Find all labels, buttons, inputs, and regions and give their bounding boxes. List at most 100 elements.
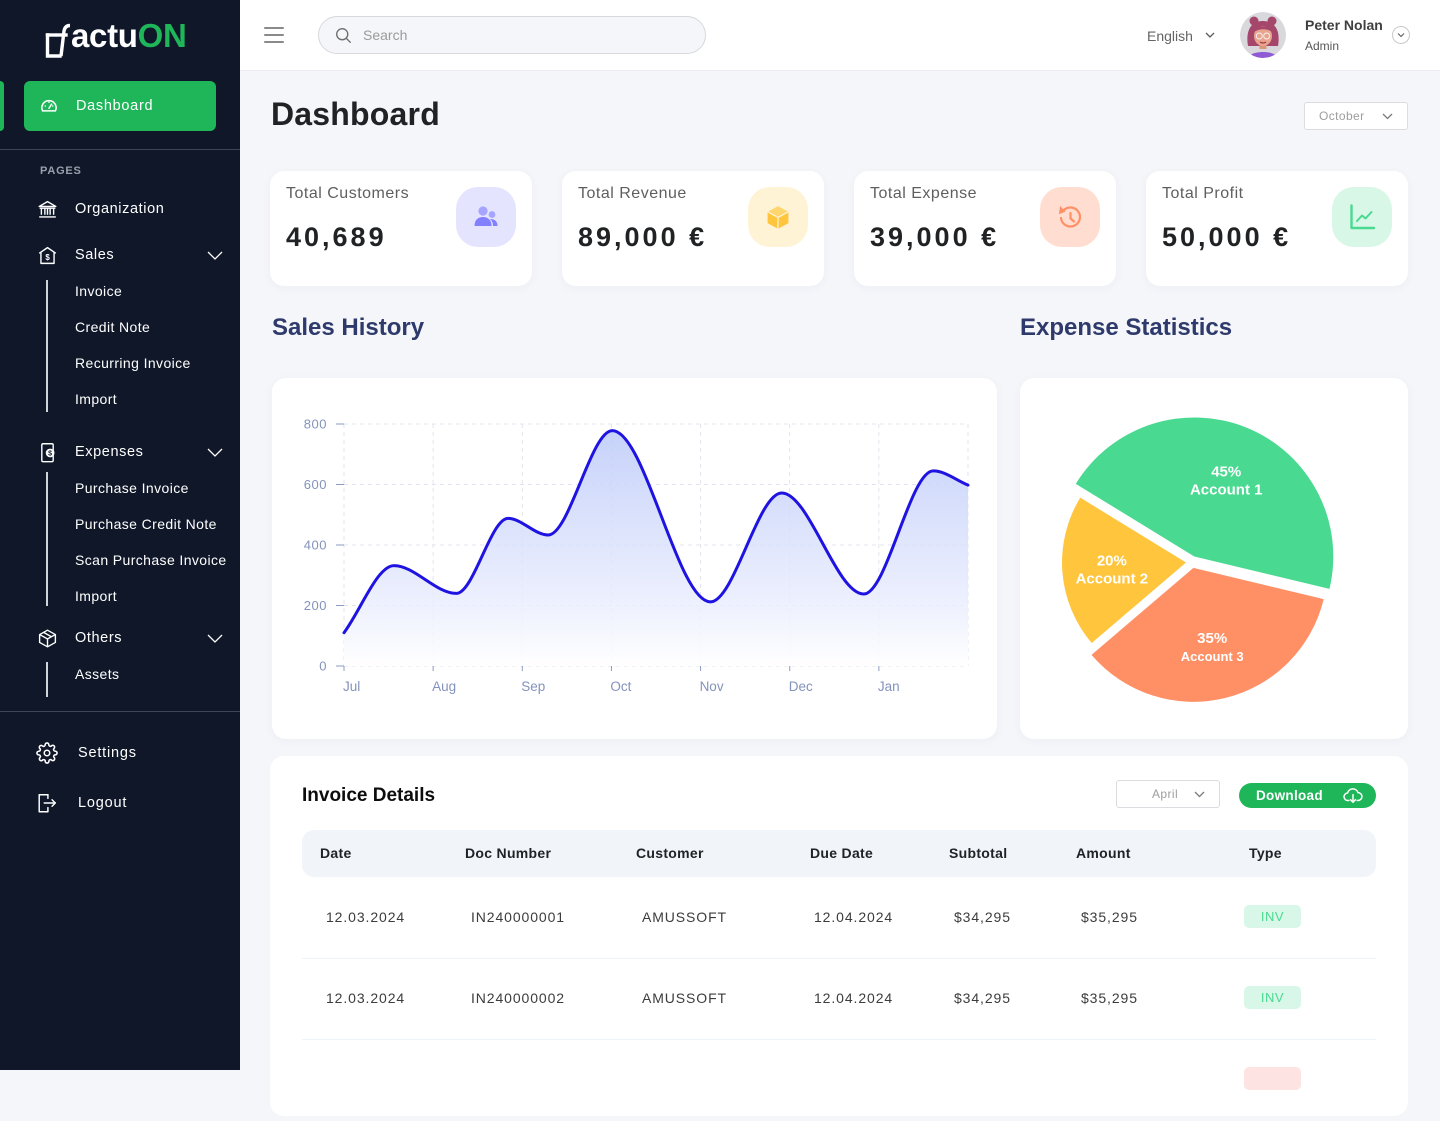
svg-text:$: $: [45, 253, 50, 262]
invoice-month-dropdown[interactable]: April: [1116, 780, 1220, 808]
data-point[interactable]: [340, 629, 348, 637]
data-point[interactable]: [452, 589, 460, 597]
tree-line: [46, 662, 48, 697]
search-bar[interactable]: [318, 16, 706, 54]
column-header-subtotal[interactable]: Subtotal: [949, 842, 1007, 864]
download-label: Download: [1256, 788, 1323, 803]
data-point[interactable]: [504, 514, 512, 522]
sidebar-item-label: Settings: [78, 745, 137, 761]
chevron-down-icon: [1205, 32, 1215, 38]
x-tick-label: Oct: [610, 679, 631, 694]
sidebar-subitem-import[interactable]: Import: [75, 584, 117, 608]
sidebar-item-others[interactable]: Others: [0, 624, 240, 652]
invoice-details-card: Invoice Details April Download Date Doc …: [270, 756, 1408, 1116]
stat-card-total-profit: Total Profit 50,000 €: [1146, 171, 1408, 286]
sidebar-item-sales[interactable]: $ Sales: [0, 241, 240, 269]
sidebar-item-expenses[interactable]: $ Expenses: [0, 438, 240, 466]
sidebar-item-dashboard[interactable]: Dashboard: [24, 81, 216, 131]
sidebar-subitem-purchase-credit-note[interactable]: Purchase Credit Note: [75, 512, 217, 536]
language-label: English: [1147, 28, 1193, 44]
sidebar-subitem-invoice[interactable]: Invoice: [75, 279, 122, 303]
pie-value-label: 35%: [1197, 630, 1227, 647]
cell-doc-number: IN240000002: [471, 990, 565, 1006]
user-name: Peter Nolan: [1305, 17, 1383, 33]
cell-amount: $35,295: [1081, 909, 1138, 925]
data-point[interactable]: [860, 590, 868, 598]
type-badge: INV: [1244, 986, 1301, 1009]
column-header-customer[interactable]: Customer: [636, 842, 704, 864]
language-selector[interactable]: English: [1147, 24, 1227, 48]
chevron-down-icon[interactable]: [207, 251, 223, 260]
pie-value-label: 45%: [1211, 463, 1241, 480]
sidebar-item-settings[interactable]: Settings: [0, 738, 240, 768]
sidebar-subitem-scan-purchase-invoice[interactable]: Scan Purchase Invoice: [75, 548, 227, 572]
table-row[interactable]: 12.03.2024 IN240000001 AMUSSOFT 12.04.20…: [270, 878, 1408, 959]
active-indicator: [0, 81, 4, 131]
sidebar-subitem-assets[interactable]: Assets: [75, 662, 119, 686]
pie-slice-label: Account 3: [1181, 649, 1244, 664]
table-row[interactable]: 12.03.2024 IN240000002 AMUSSOFT 12.04.20…: [270, 959, 1408, 1040]
section-label-pages: PAGES: [40, 165, 82, 177]
sidebar: actuON Dashboard PAGES Organization $ Sa…: [0, 0, 240, 1070]
column-header-doc-number[interactable]: Doc Number: [465, 842, 551, 864]
stat-label: Total Profit: [1162, 185, 1244, 202]
data-point[interactable]: [608, 427, 616, 435]
sidebar-item-label: Organization: [75, 201, 165, 217]
month-filter-dropdown[interactable]: October: [1304, 102, 1408, 130]
cell-due-date: 12.04.2024: [814, 990, 894, 1006]
search-icon: [336, 28, 351, 43]
download-button[interactable]: Download: [1239, 783, 1376, 808]
table-row[interactable]: [270, 1040, 1408, 1121]
stat-value: 39,000 €: [870, 222, 1000, 252]
y-tick-label: 800: [304, 417, 327, 432]
x-tick-label: Sep: [521, 679, 545, 694]
logo-text: actu: [71, 17, 138, 54]
svg-text:$: $: [48, 451, 52, 458]
search-input[interactable]: [363, 17, 693, 53]
sidebar-item-organization[interactable]: Organization: [0, 195, 240, 223]
type-badge: INV: [1244, 905, 1301, 928]
cell-amount: $35,295: [1081, 990, 1138, 1006]
gear-icon: [36, 742, 58, 764]
column-header-due-date[interactable]: Due Date: [810, 842, 873, 864]
chevron-down-icon[interactable]: [207, 634, 223, 643]
y-tick-label: 0: [319, 659, 327, 674]
mobile-dollar-icon: $: [41, 443, 55, 463]
cell-customer: AMUSSOFT: [642, 909, 727, 925]
x-tick-label: Dec: [789, 679, 813, 694]
sidebar-subitem-recurring-invoice[interactable]: Recurring Invoice: [75, 351, 191, 375]
sales-history-title: Sales History: [272, 314, 425, 341]
data-point[interactable]: [929, 467, 937, 475]
column-header-type[interactable]: Type: [1249, 842, 1282, 864]
top-header: English Peter Nolan Admin: [240, 0, 1440, 71]
data-point[interactable]: [390, 562, 398, 570]
chevron-down-icon[interactable]: [207, 448, 223, 457]
sidebar-subitem-purchase-invoice[interactable]: Purchase Invoice: [75, 476, 189, 500]
stat-icon-box: [456, 187, 516, 247]
sidebar-item-logout[interactable]: Logout: [0, 788, 240, 818]
data-point[interactable]: [964, 481, 972, 489]
data-point[interactable]: [544, 531, 552, 539]
data-point[interactable]: [778, 489, 786, 497]
user-menu-button[interactable]: [1392, 26, 1410, 44]
users-icon: [474, 206, 498, 226]
x-tick-label: Nov: [700, 679, 724, 694]
line-chart-icon: [1350, 204, 1376, 230]
page-title: Dashboard: [271, 96, 440, 132]
data-point[interactable]: [706, 598, 714, 606]
logo-mark-icon: [45, 23, 71, 58]
avatar[interactable]: [1240, 12, 1286, 58]
sidebar-item-label: Others: [75, 630, 123, 646]
y-tick-label: 200: [304, 598, 327, 613]
chevron-down-icon: [1397, 33, 1405, 38]
sidebar-subitem-import[interactable]: Import: [75, 387, 117, 411]
tree-line: [46, 472, 48, 606]
column-header-amount[interactable]: Amount: [1076, 842, 1131, 864]
menu-icon[interactable]: [264, 26, 284, 44]
cell-customer: AMUSSOFT: [642, 990, 727, 1006]
house-dollar-icon: $: [38, 246, 57, 265]
series-area-fill: [344, 430, 968, 666]
sidebar-subitem-credit-note[interactable]: Credit Note: [75, 315, 150, 339]
pie-slice-label: Account 2: [1076, 570, 1149, 587]
column-header-date[interactable]: Date: [320, 842, 352, 864]
